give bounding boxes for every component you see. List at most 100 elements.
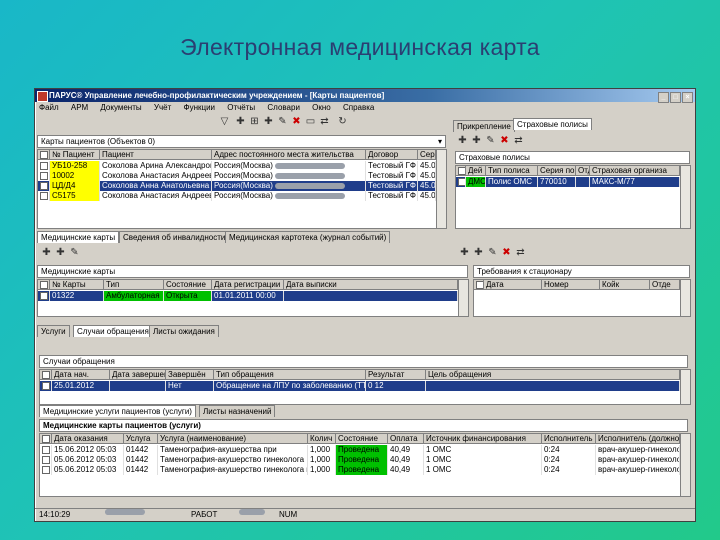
add-icon[interactable]: ✚ bbox=[457, 135, 468, 146]
add-child-icon[interactable]: ✚ bbox=[55, 247, 66, 258]
col-header[interactable]: Дата выписки bbox=[284, 280, 458, 290]
add-icon[interactable]: ✚ bbox=[459, 247, 470, 258]
row-checkbox[interactable] bbox=[38, 161, 50, 171]
col-header[interactable]: Тип обращения bbox=[214, 370, 366, 380]
col-header[interactable]: Услуга (наименование) bbox=[158, 434, 308, 444]
services-scrollbar[interactable] bbox=[680, 434, 690, 496]
tab-attachment[interactable]: Прикрепление bbox=[453, 120, 515, 132]
tab-med-cards[interactable]: Медицинские карты bbox=[37, 231, 120, 243]
col-header[interactable]: Состояние bbox=[336, 434, 388, 444]
add-child-icon[interactable]: ✚ bbox=[471, 135, 482, 146]
col-header[interactable]: Результат bbox=[366, 370, 426, 380]
add-icon[interactable]: ✚ bbox=[41, 247, 52, 258]
row-checkbox[interactable] bbox=[456, 177, 466, 187]
col-header[interactable]: Источник финансирования bbox=[424, 434, 542, 444]
col-header[interactable]: Дей bbox=[466, 166, 486, 176]
table-row[interactable]: 15.06.2012 05:03 01442 Таменография-акуш… bbox=[40, 445, 680, 455]
cases-scrollbar[interactable] bbox=[680, 370, 690, 404]
checkbox-icon[interactable] bbox=[42, 381, 50, 390]
menu-file[interactable]: Файл bbox=[39, 103, 59, 112]
col-header[interactable]: Исполнитель (должно bbox=[596, 434, 680, 444]
move-icon[interactable]: ⇄ bbox=[513, 135, 524, 146]
menu-accounting[interactable]: Учёт bbox=[154, 103, 171, 112]
checkbox-icon[interactable] bbox=[40, 291, 48, 300]
col-header[interactable]: Серия по bbox=[538, 166, 576, 176]
col-header[interactable]: Дата bbox=[484, 280, 542, 290]
tab-prescriptions[interactable]: Листы назначений bbox=[199, 405, 276, 417]
tab-med-services[interactable]: Медицинские услуги пациентов (услуги) bbox=[39, 405, 196, 417]
add-child-icon[interactable]: ✚ bbox=[263, 116, 274, 127]
add-child-icon[interactable]: ✚ bbox=[473, 247, 484, 258]
delete-icon[interactable]: ✖ bbox=[291, 116, 302, 127]
col-header[interactable]: Койк bbox=[600, 280, 650, 290]
row-checkbox[interactable] bbox=[38, 191, 50, 201]
edit-icon[interactable]: ✎ bbox=[485, 135, 496, 146]
menu-documents[interactable]: Документы bbox=[100, 103, 141, 112]
col-check[interactable] bbox=[38, 150, 50, 160]
print-icon[interactable]: ▭ bbox=[305, 116, 316, 127]
checkbox-icon[interactable] bbox=[42, 434, 50, 443]
row-checkbox[interactable] bbox=[38, 291, 50, 301]
table-row-selected[interactable]: ЦД/Д4 Соколова Анна Анатольевна Россия(М… bbox=[38, 181, 436, 191]
col-header[interactable]: Услуга bbox=[124, 434, 158, 444]
col-header[interactable]: Номер bbox=[542, 280, 600, 290]
filter-icon[interactable]: ▽ bbox=[219, 116, 230, 127]
col-header[interactable]: Дата оказания bbox=[52, 434, 124, 444]
move-icon[interactable]: ⇄ bbox=[515, 247, 526, 258]
col-header[interactable]: № Карты bbox=[50, 280, 104, 290]
menu-help[interactable]: Справка bbox=[343, 103, 374, 112]
checkbox-icon[interactable] bbox=[42, 445, 50, 454]
move-icon[interactable]: ⇄ bbox=[319, 116, 330, 127]
col-header[interactable]: Пациент bbox=[100, 150, 212, 160]
checkbox-icon[interactable] bbox=[40, 191, 48, 200]
col-check[interactable] bbox=[40, 370, 52, 380]
table-row[interactable]: 05.06.2012 05:03 01442 Таменография-акуш… bbox=[40, 465, 680, 475]
add-icon[interactable]: ✚ bbox=[235, 116, 246, 127]
col-header[interactable]: Оплата bbox=[388, 434, 424, 444]
col-header[interactable]: Тип полиса bbox=[486, 166, 538, 176]
menu-window[interactable]: Окно bbox=[312, 103, 331, 112]
tab-services[interactable]: Услуги bbox=[37, 325, 70, 337]
delete-icon[interactable]: ✖ bbox=[499, 135, 510, 146]
table-row[interactable]: С5175 Соколова Анастасия Андреевна Росси… bbox=[38, 191, 436, 201]
checkbox-icon[interactable] bbox=[42, 465, 50, 474]
refresh-icon[interactable]: ↻ bbox=[337, 116, 348, 127]
table-row-selected[interactable]: 01322 Амбулаторная Открыта 01.01.2011 00… bbox=[38, 291, 458, 301]
chevron-down-icon[interactable]: ▾ bbox=[438, 136, 442, 147]
col-header[interactable]: № Пациент bbox=[50, 150, 100, 160]
stationary-scrollbar[interactable] bbox=[680, 280, 690, 316]
row-checkbox[interactable] bbox=[38, 181, 50, 191]
checkbox-icon[interactable] bbox=[40, 280, 48, 289]
checkbox-icon[interactable] bbox=[40, 181, 48, 190]
table-row[interactable]: УБ10-258 Соколова Арина Александровна Ро… bbox=[38, 161, 436, 171]
menu-reports[interactable]: Отчёты bbox=[227, 103, 255, 112]
tab-med-filing[interactable]: Медицинская картотека (журнал событий) bbox=[225, 231, 391, 243]
edit-icon[interactable]: ✎ bbox=[487, 247, 498, 258]
medcards-scrollbar[interactable] bbox=[458, 280, 468, 316]
table-row-selected[interactable]: ДМС Полис ОМС 770010 МАКС-М/77 bbox=[456, 177, 680, 187]
row-checkbox[interactable] bbox=[40, 465, 52, 475]
edit-icon[interactable]: ✎ bbox=[69, 247, 80, 258]
checkbox-icon[interactable] bbox=[40, 171, 48, 180]
col-header[interactable]: Отде bbox=[650, 280, 680, 290]
col-header[interactable]: Дата завершения bbox=[110, 370, 166, 380]
add-copy-icon[interactable]: ⊞ bbox=[249, 116, 260, 127]
table-row[interactable]: 10002 Соколова Анастасия Андреевна Росси… bbox=[38, 171, 436, 181]
tab-waiting[interactable]: Листы ожидания bbox=[149, 325, 219, 337]
row-checkbox[interactable] bbox=[40, 445, 52, 455]
checkbox-icon[interactable] bbox=[458, 166, 465, 175]
col-header[interactable]: Цель обращения bbox=[426, 370, 680, 380]
checkbox-icon[interactable] bbox=[40, 161, 48, 170]
checkbox-icon[interactable] bbox=[42, 455, 50, 464]
tab-insurance[interactable]: Страховые полисы bbox=[513, 118, 592, 130]
col-check[interactable] bbox=[38, 280, 50, 290]
col-header[interactable]: Сер bbox=[418, 150, 436, 160]
window-titlebar[interactable]: ПАРУС® Управление лечебно-профилактическ… bbox=[35, 89, 695, 103]
col-header[interactable]: Тип bbox=[104, 280, 164, 290]
row-checkbox[interactable] bbox=[40, 455, 52, 465]
menu-dictionaries[interactable]: Словари bbox=[267, 103, 300, 112]
col-check[interactable] bbox=[474, 280, 484, 290]
col-header[interactable]: Состояние bbox=[164, 280, 212, 290]
col-header[interactable]: Адрес постоянного места жительства bbox=[212, 150, 366, 160]
col-header[interactable]: Колич bbox=[308, 434, 336, 444]
